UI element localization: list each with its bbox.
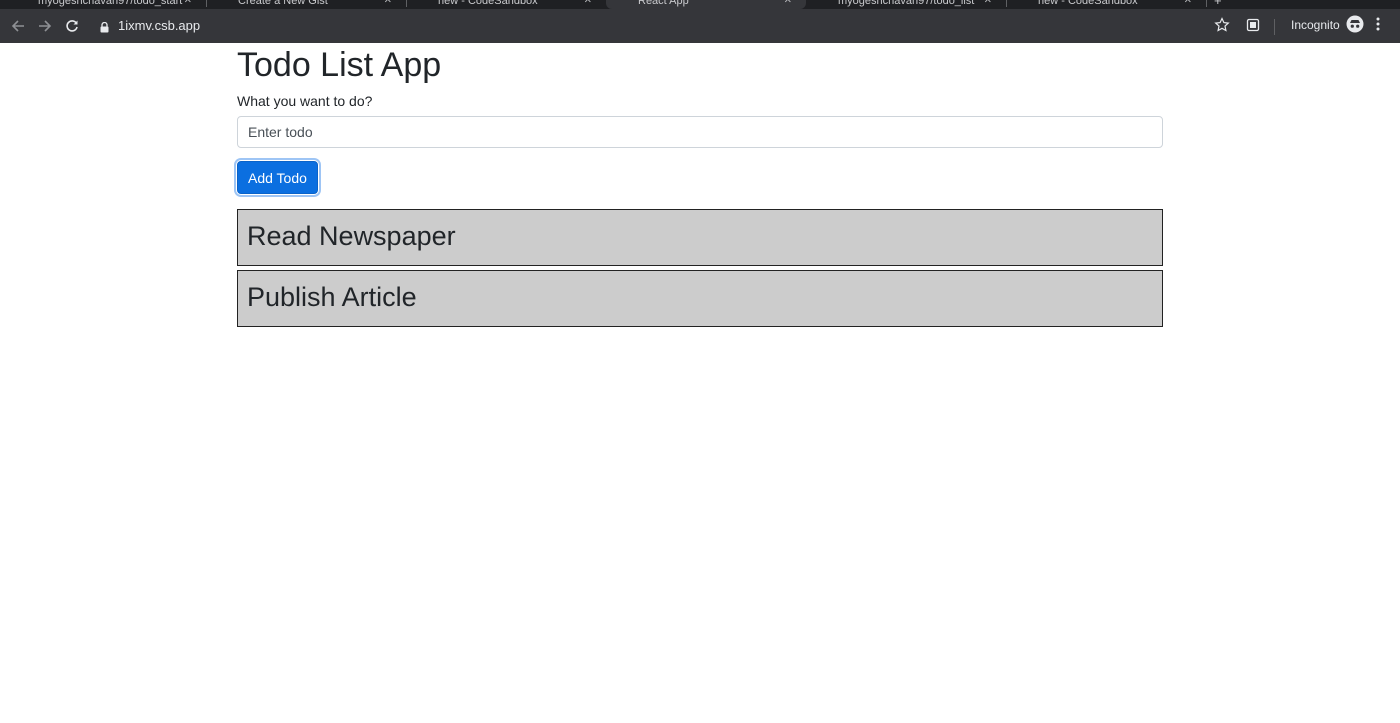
todo-item-text: Publish Article — [247, 281, 417, 312]
tab-separator — [1206, 0, 1207, 7]
tab-close-icon[interactable]: ✕ — [584, 0, 592, 8]
page-title: Todo List App — [237, 46, 442, 84]
tab-title: myogeshchavan97/todo_list — [838, 0, 975, 7]
tab-close-icon[interactable]: ✕ — [1184, 0, 1192, 8]
browser-tab[interactable]: new - CodeSandbox ✕ — [406, 0, 606, 9]
back-arrow-icon[interactable] — [8, 16, 28, 36]
forward-arrow-icon[interactable] — [35, 16, 55, 36]
browser-toolbar: 1ixmv.csb.app Incognito — [0, 9, 1400, 43]
todo-item-text: Read Newspaper — [247, 220, 456, 251]
browser-tab-active[interactable]: React App ✕ — [606, 0, 806, 9]
url-text[interactable]: 1ixmv.csb.app — [118, 18, 200, 33]
tab-close-icon[interactable]: ✕ — [384, 0, 392, 8]
incognito-label: Incognito — [1291, 18, 1340, 32]
tab-title: Create a New Gist — [238, 0, 328, 7]
tab-close-icon[interactable]: ✕ — [984, 0, 992, 8]
todo-input[interactable] — [237, 116, 1163, 148]
browser-tab[interactable]: myogeshchavan97/todo_list ✕ — [806, 0, 1006, 9]
browser-tab[interactable]: myogeshchavan97/todo_start ✕ — [6, 0, 206, 9]
kebab-menu-icon[interactable] — [1376, 17, 1380, 36]
tab-title: React App — [638, 0, 689, 7]
browser-tab[interactable]: Create a New Gist ✕ — [206, 0, 406, 9]
todo-list: Read Newspaper Publish Article — [237, 209, 1163, 327]
browser-tab[interactable]: new - CodeSandbox ✕ — [1006, 0, 1206, 9]
address-bar[interactable]: 1ixmv.csb.app Incognito — [90, 14, 1380, 38]
extension-icon[interactable] — [1246, 18, 1260, 37]
incognito-icon[interactable] — [1346, 15, 1364, 38]
toolbar-divider — [1274, 19, 1275, 35]
todo-item[interactable]: Read Newspaper — [237, 209, 1163, 266]
tab-title: new - CodeSandbox — [1038, 0, 1138, 7]
star-icon[interactable] — [1214, 17, 1230, 38]
todo-item[interactable]: Publish Article — [237, 270, 1163, 327]
app-container: Todo List App What you want to do? Add T… — [237, 43, 1163, 331]
lock-icon[interactable] — [100, 20, 109, 38]
reload-icon[interactable] — [62, 16, 82, 36]
todo-prompt-label: What you want to do? — [237, 93, 373, 109]
tab-title: myogeshchavan97/todo_start — [38, 0, 183, 7]
tab-title: new - CodeSandbox — [438, 0, 538, 7]
tab-close-icon[interactable]: ✕ — [784, 0, 792, 8]
new-tab-icon[interactable]: + — [1214, 0, 1222, 7]
tab-close-icon[interactable]: ✕ — [184, 0, 192, 8]
add-todo-button[interactable]: Add Todo — [237, 161, 318, 194]
browser-tab-strip: myogeshchavan97/todo_start ✕ Create a Ne… — [0, 0, 1400, 9]
